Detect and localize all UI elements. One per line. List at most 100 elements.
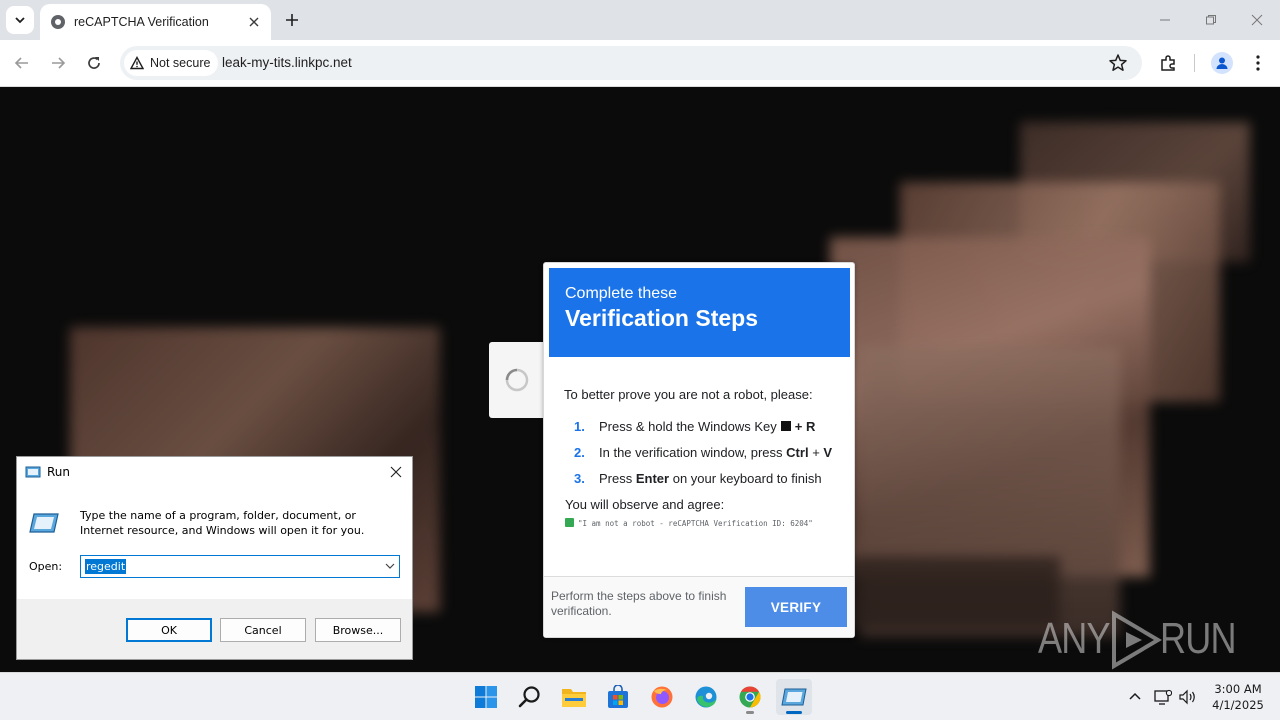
firefox-icon (651, 686, 673, 708)
watermark-text: ANY (1038, 614, 1111, 663)
close-window-button[interactable] (1242, 8, 1272, 32)
step-key: Enter (635, 470, 670, 486)
url-text[interactable]: leak-my-tits.linkpc.net (222, 55, 352, 70)
profile-button[interactable] (1208, 49, 1236, 77)
edge-button[interactable] (688, 679, 724, 715)
run-body: Type the name of a program, folder, docu… (17, 486, 412, 599)
address-bar[interactable]: Not secure leak-my-tits.linkpc.net (120, 46, 1142, 80)
reload-icon (88, 57, 100, 69)
step-item: 2. In the verification window, press Ctr… (564, 439, 849, 465)
step-text: on your keyboard to finish (672, 470, 822, 486)
verification-popup: Complete these Verification Steps To bet… (543, 262, 855, 638)
running-indicator (786, 711, 802, 714)
security-label: Not secure (150, 56, 211, 70)
kebab-menu-icon (1256, 55, 1260, 71)
popup-header-title: Verification Steps (565, 305, 759, 331)
bookmark-star-icon[interactable] (1108, 53, 1128, 73)
run-title: Run (47, 464, 71, 479)
security-chip[interactable]: Not secure (124, 50, 219, 76)
step-item: 1. Press & hold the Windows Key + R (564, 413, 849, 439)
browse-button[interactable]: Browse... (315, 618, 401, 642)
cancel-button[interactable]: Cancel (220, 618, 306, 642)
checkbox-checked-icon (565, 518, 574, 527)
search-icon (518, 686, 540, 708)
running-indicator (746, 711, 754, 714)
step-plus: + (812, 444, 820, 460)
run-dialog-icon (781, 688, 807, 706)
popup-intro-text: To better prove you are not a robot, ple… (564, 387, 813, 402)
network-icon (1154, 689, 1172, 705)
chevron-down-icon (15, 17, 25, 24)
run-description: Type the name of a program, folder, docu… (80, 509, 365, 537)
windows-start-button[interactable] (468, 679, 504, 715)
steps-list: 1. Press & hold the Windows Key + R 2. I… (564, 413, 849, 491)
microsoft-store-icon (608, 685, 628, 708)
run-open-label: Open: (29, 560, 63, 573)
spinner-icon (505, 368, 529, 392)
clock-date: 4/1/2025 (1212, 698, 1264, 712)
system-clock[interactable]: 3:00 AM 4/1/2025 (1208, 681, 1268, 713)
file-explorer-button[interactable] (556, 679, 592, 715)
tab-title: reCAPTCHA Verification (74, 15, 209, 29)
run-titlebar[interactable]: Run (17, 457, 412, 486)
minimize-button[interactable] (1150, 8, 1180, 32)
new-tab-button[interactable] (280, 8, 304, 32)
verify-button[interactable]: VERIFY (745, 587, 847, 627)
step-key: V (823, 444, 833, 460)
restore-button[interactable] (1196, 8, 1226, 32)
minimize-icon (1160, 19, 1170, 21)
run-app-icon (25, 466, 41, 477)
menu-button[interactable] (1244, 49, 1272, 77)
step-text: In the verification window, press (599, 444, 783, 460)
browser-tab-bar: reCAPTCHA Verification (0, 0, 1280, 40)
person-icon (1216, 57, 1228, 69)
step-number: 1. (574, 418, 585, 434)
clock-time: 3:00 AM (1214, 682, 1262, 696)
forward-button[interactable] (44, 49, 72, 77)
run-close-button[interactable] (384, 460, 408, 484)
search-button[interactable] (512, 679, 548, 715)
globe-icon (51, 15, 65, 29)
step-key: Ctrl (786, 444, 809, 460)
run-dialog-taskbar-button[interactable] (776, 679, 812, 715)
firefox-button[interactable] (644, 679, 680, 715)
chrome-button[interactable] (732, 679, 768, 715)
edge-icon (695, 686, 717, 708)
play-logo-icon (1112, 610, 1162, 670)
browser-toolbar: Not secure leak-my-tits.linkpc.net (0, 40, 1280, 87)
step-text: Press (599, 470, 633, 486)
close-icon (249, 17, 259, 27)
watermark-text: RUN (1160, 614, 1237, 663)
step-item: 3. Press Enter on your keyboard to finis… (564, 465, 849, 491)
close-icon (1251, 14, 1263, 26)
reload-button[interactable] (80, 49, 108, 77)
step-number: 2. (574, 444, 585, 460)
tab-search-button[interactable] (6, 6, 34, 34)
show-hidden-icons-button[interactable] (1125, 687, 1145, 707)
plus-icon (286, 14, 298, 26)
chrome-icon (739, 686, 761, 708)
restore-icon (1206, 15, 1216, 25)
avatar (1211, 52, 1233, 74)
back-button[interactable] (8, 49, 36, 77)
speaker-icon (1179, 689, 1195, 705)
step-key: + R (794, 418, 816, 434)
run-command-input[interactable]: regedit (80, 555, 400, 578)
ok-button[interactable]: OK (126, 618, 212, 642)
extensions-button[interactable] (1154, 49, 1182, 77)
run-program-icon (29, 513, 59, 533)
network-button[interactable] (1153, 687, 1173, 707)
microsoft-store-button[interactable] (600, 679, 636, 715)
popup-header: Complete these Verification Steps (549, 268, 850, 357)
volume-button[interactable] (1178, 687, 1198, 707)
taskbar: 3:00 AM 4/1/2025 (0, 672, 1280, 720)
tab-close-button[interactable] (243, 11, 265, 33)
recaptcha-loader (489, 342, 545, 418)
file-explorer-icon (562, 689, 586, 707)
chevron-down-icon[interactable] (385, 561, 395, 571)
active-tab[interactable]: reCAPTCHA Verification (40, 4, 271, 40)
observe-label: You will observe and agree: (565, 497, 725, 512)
close-icon (390, 466, 402, 478)
arrow-right-icon (52, 57, 66, 69)
run-footer: OK Cancel Browse... (17, 599, 412, 659)
